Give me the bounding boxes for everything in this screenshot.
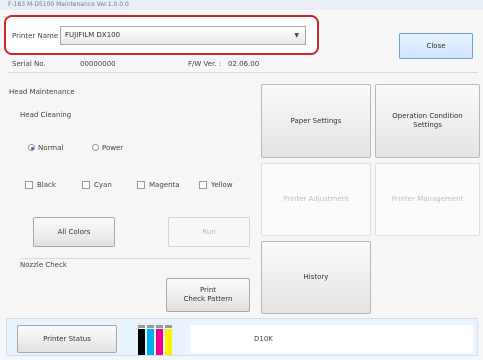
printer-status-button[interactable]: Printer Status [17, 325, 117, 353]
nozzle-check-title: Nozzle Check [20, 261, 67, 269]
close-button[interactable]: Close [399, 33, 473, 59]
fw-label: F/W Ver. : [188, 60, 222, 68]
yellow-checkbox-label: Yellow [211, 181, 233, 189]
operation-condition-settings-button[interactable]: Operation Condition Settings [375, 84, 480, 158]
ink-cyan-bar [147, 329, 154, 355]
power-radio[interactable] [92, 144, 99, 151]
normal-radio-label: Normal [38, 144, 64, 152]
run-button[interactable]: Run [168, 217, 250, 247]
ink-level-indicator [138, 325, 178, 355]
ink-cap-y [165, 325, 172, 328]
ink-cap-c [147, 325, 154, 328]
printer-name-select[interactable]: FUJIFILM DX100 ▼ [60, 26, 306, 45]
fw-value: 02.06.00 [228, 60, 260, 68]
status-text: D10K [254, 335, 273, 343]
ink-black-bar [138, 329, 145, 355]
status-text-panel: D10K [190, 325, 473, 353]
printer-name-label: Printer Name [12, 32, 59, 40]
serial-value: 00000000 [80, 60, 116, 68]
chevron-down-icon: ▼ [294, 32, 299, 39]
magenta-checkbox-label: Magenta [149, 181, 180, 189]
cyan-checkbox-label: Cyan [94, 181, 112, 189]
head-cleaning-label: Head Cleaning [20, 111, 72, 119]
paper-settings-button[interactable]: Paper Settings [261, 84, 371, 158]
ink-yellow-bar [165, 329, 172, 355]
all-colors-button[interactable]: All Colors [33, 217, 115, 247]
black-checkbox[interactable] [25, 181, 33, 189]
yellow-checkbox[interactable] [199, 181, 207, 189]
cyan-checkbox[interactable] [82, 181, 90, 189]
header-divider [8, 72, 478, 73]
head-maintenance-title: Head Maintenance [9, 88, 75, 96]
ink-cap-k [138, 325, 145, 328]
ink-magenta-bar [156, 329, 163, 355]
printer-adjustment-button[interactable]: Printer Adjustment [261, 163, 371, 236]
history-button[interactable]: History [261, 241, 371, 314]
window-title: F-183 M-D5100 Maintenance Ver.1.0.0.0 [0, 0, 483, 10]
black-checkbox-label: Black [37, 181, 56, 189]
ink-cap-m [156, 325, 163, 328]
power-radio-label: Power [102, 144, 124, 152]
magenta-checkbox[interactable] [137, 181, 145, 189]
normal-radio[interactable] [28, 144, 35, 151]
print-check-pattern-button[interactable]: Print Check Pattern [166, 278, 250, 312]
printer-management-button[interactable]: Printer Management [375, 163, 480, 236]
serial-label: Serial No. [12, 60, 46, 68]
printer-name-value: FUJIFILM DX100 [65, 31, 121, 39]
section-divider [20, 258, 250, 259]
